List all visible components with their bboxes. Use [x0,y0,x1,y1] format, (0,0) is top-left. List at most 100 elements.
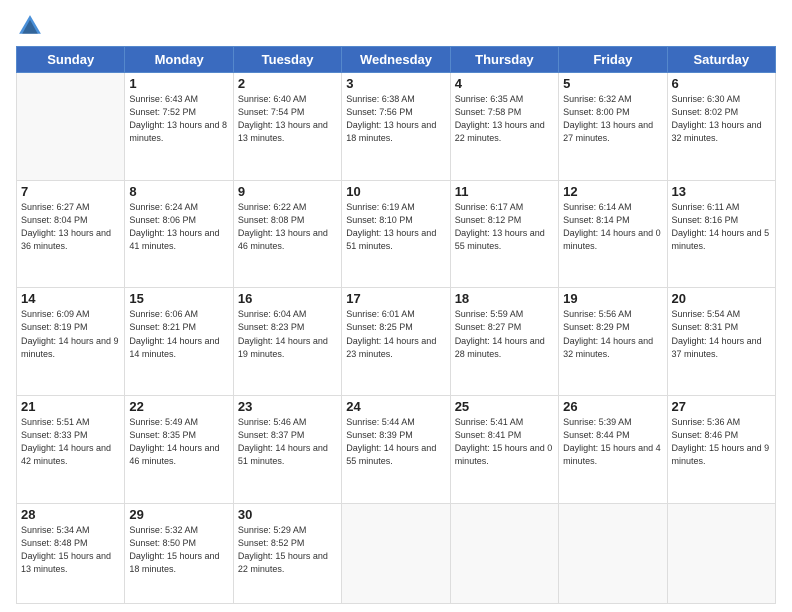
calendar-cell: 29 Sunrise: 5:32 AM Sunset: 8:50 PM Dayl… [125,503,233,603]
day-number: 7 [21,184,120,199]
day-number: 9 [238,184,337,199]
daylight-label: Daylight: 13 hours and 55 minutes. [455,228,545,251]
daylight-label: Daylight: 15 hours and 4 minutes. [563,443,661,466]
calendar-cell: 6 Sunrise: 6:30 AM Sunset: 8:02 PM Dayli… [667,73,775,181]
day-info: Sunrise: 5:44 AM Sunset: 8:39 PM Dayligh… [346,416,445,468]
sunset-label: Sunset: 8:31 PM [672,322,739,332]
sunrise-label: Sunrise: 5:36 AM [672,417,741,427]
sunrise-label: Sunrise: 5:49 AM [129,417,198,427]
day-number: 24 [346,399,445,414]
logo [16,12,48,40]
daylight-label: Daylight: 13 hours and 27 minutes. [563,120,653,143]
calendar-cell: 9 Sunrise: 6:22 AM Sunset: 8:08 PM Dayli… [233,180,341,288]
sunset-label: Sunset: 8:25 PM [346,322,413,332]
sunset-label: Sunset: 8:35 PM [129,430,196,440]
col-saturday: Saturday [667,47,775,73]
sunset-label: Sunset: 8:04 PM [21,215,88,225]
day-number: 12 [563,184,662,199]
day-number: 8 [129,184,228,199]
calendar-header-row: Sunday Monday Tuesday Wednesday Thursday… [17,47,776,73]
day-info: Sunrise: 6:04 AM Sunset: 8:23 PM Dayligh… [238,308,337,360]
sunrise-label: Sunrise: 6:40 AM [238,94,307,104]
calendar-cell: 4 Sunrise: 6:35 AM Sunset: 7:58 PM Dayli… [450,73,558,181]
calendar-cell: 26 Sunrise: 5:39 AM Sunset: 8:44 PM Dayl… [559,396,667,504]
day-info: Sunrise: 6:19 AM Sunset: 8:10 PM Dayligh… [346,201,445,253]
sunset-label: Sunset: 8:44 PM [563,430,630,440]
daylight-label: Daylight: 15 hours and 9 minutes. [672,443,770,466]
sunrise-label: Sunrise: 5:34 AM [21,525,90,535]
daylight-label: Daylight: 14 hours and 51 minutes. [238,443,328,466]
sunrise-label: Sunrise: 6:06 AM [129,309,198,319]
sunrise-label: Sunrise: 5:51 AM [21,417,90,427]
sunrise-label: Sunrise: 6:19 AM [346,202,415,212]
daylight-label: Daylight: 14 hours and 0 minutes. [563,228,661,251]
sunrise-label: Sunrise: 5:41 AM [455,417,524,427]
logo-icon [16,12,44,40]
sunset-label: Sunset: 8:19 PM [21,322,88,332]
sunset-label: Sunset: 8:29 PM [563,322,630,332]
calendar-cell: 28 Sunrise: 5:34 AM Sunset: 8:48 PM Dayl… [17,503,125,603]
sunset-label: Sunset: 7:52 PM [129,107,196,117]
calendar-cell [450,503,558,603]
day-number: 21 [21,399,120,414]
day-number: 4 [455,76,554,91]
day-number: 2 [238,76,337,91]
sunset-label: Sunset: 8:10 PM [346,215,413,225]
calendar-cell [342,503,450,603]
day-number: 27 [672,399,771,414]
day-info: Sunrise: 5:56 AM Sunset: 8:29 PM Dayligh… [563,308,662,360]
day-info: Sunrise: 5:49 AM Sunset: 8:35 PM Dayligh… [129,416,228,468]
sunrise-label: Sunrise: 6:30 AM [672,94,741,104]
daylight-label: Daylight: 14 hours and 55 minutes. [346,443,436,466]
calendar-cell: 27 Sunrise: 5:36 AM Sunset: 8:46 PM Dayl… [667,396,775,504]
day-number: 28 [21,507,120,522]
calendar-cell: 24 Sunrise: 5:44 AM Sunset: 8:39 PM Dayl… [342,396,450,504]
daylight-label: Daylight: 13 hours and 8 minutes. [129,120,227,143]
day-info: Sunrise: 5:41 AM Sunset: 8:41 PM Dayligh… [455,416,554,468]
day-info: Sunrise: 5:34 AM Sunset: 8:48 PM Dayligh… [21,524,120,576]
calendar-cell: 14 Sunrise: 6:09 AM Sunset: 8:19 PM Dayl… [17,288,125,396]
col-tuesday: Tuesday [233,47,341,73]
sunrise-label: Sunrise: 6:17 AM [455,202,524,212]
sunrise-label: Sunrise: 5:44 AM [346,417,415,427]
sunset-label: Sunset: 7:54 PM [238,107,305,117]
sunrise-label: Sunrise: 6:27 AM [21,202,90,212]
sunrise-label: Sunrise: 6:22 AM [238,202,307,212]
daylight-label: Daylight: 14 hours and 42 minutes. [21,443,111,466]
calendar-cell: 2 Sunrise: 6:40 AM Sunset: 7:54 PM Dayli… [233,73,341,181]
sunrise-label: Sunrise: 5:39 AM [563,417,632,427]
daylight-label: Daylight: 14 hours and 14 minutes. [129,336,219,359]
daylight-label: Daylight: 13 hours and 51 minutes. [346,228,436,251]
sunset-label: Sunset: 8:12 PM [455,215,522,225]
day-number: 11 [455,184,554,199]
calendar-cell: 3 Sunrise: 6:38 AM Sunset: 7:56 PM Dayli… [342,73,450,181]
calendar-cell: 10 Sunrise: 6:19 AM Sunset: 8:10 PM Dayl… [342,180,450,288]
day-number: 19 [563,291,662,306]
sunset-label: Sunset: 8:46 PM [672,430,739,440]
day-info: Sunrise: 5:29 AM Sunset: 8:52 PM Dayligh… [238,524,337,576]
day-number: 15 [129,291,228,306]
day-info: Sunrise: 6:32 AM Sunset: 8:00 PM Dayligh… [563,93,662,145]
sunset-label: Sunset: 8:27 PM [455,322,522,332]
day-number: 29 [129,507,228,522]
sunset-label: Sunset: 8:52 PM [238,538,305,548]
calendar-cell: 8 Sunrise: 6:24 AM Sunset: 8:06 PM Dayli… [125,180,233,288]
sunset-label: Sunset: 8:39 PM [346,430,413,440]
sunset-label: Sunset: 8:00 PM [563,107,630,117]
calendar-cell: 12 Sunrise: 6:14 AM Sunset: 8:14 PM Dayl… [559,180,667,288]
calendar-cell: 18 Sunrise: 5:59 AM Sunset: 8:27 PM Dayl… [450,288,558,396]
day-info: Sunrise: 5:39 AM Sunset: 8:44 PM Dayligh… [563,416,662,468]
day-number: 26 [563,399,662,414]
col-friday: Friday [559,47,667,73]
daylight-label: Daylight: 14 hours and 19 minutes. [238,336,328,359]
calendar-cell: 21 Sunrise: 5:51 AM Sunset: 8:33 PM Dayl… [17,396,125,504]
day-info: Sunrise: 6:14 AM Sunset: 8:14 PM Dayligh… [563,201,662,253]
day-info: Sunrise: 5:46 AM Sunset: 8:37 PM Dayligh… [238,416,337,468]
sunset-label: Sunset: 8:08 PM [238,215,305,225]
day-info: Sunrise: 5:54 AM Sunset: 8:31 PM Dayligh… [672,308,771,360]
sunset-label: Sunset: 8:16 PM [672,215,739,225]
daylight-label: Daylight: 15 hours and 18 minutes. [129,551,219,574]
sunrise-label: Sunrise: 5:32 AM [129,525,198,535]
sunrise-label: Sunrise: 6:04 AM [238,309,307,319]
calendar-cell: 1 Sunrise: 6:43 AM Sunset: 7:52 PM Dayli… [125,73,233,181]
